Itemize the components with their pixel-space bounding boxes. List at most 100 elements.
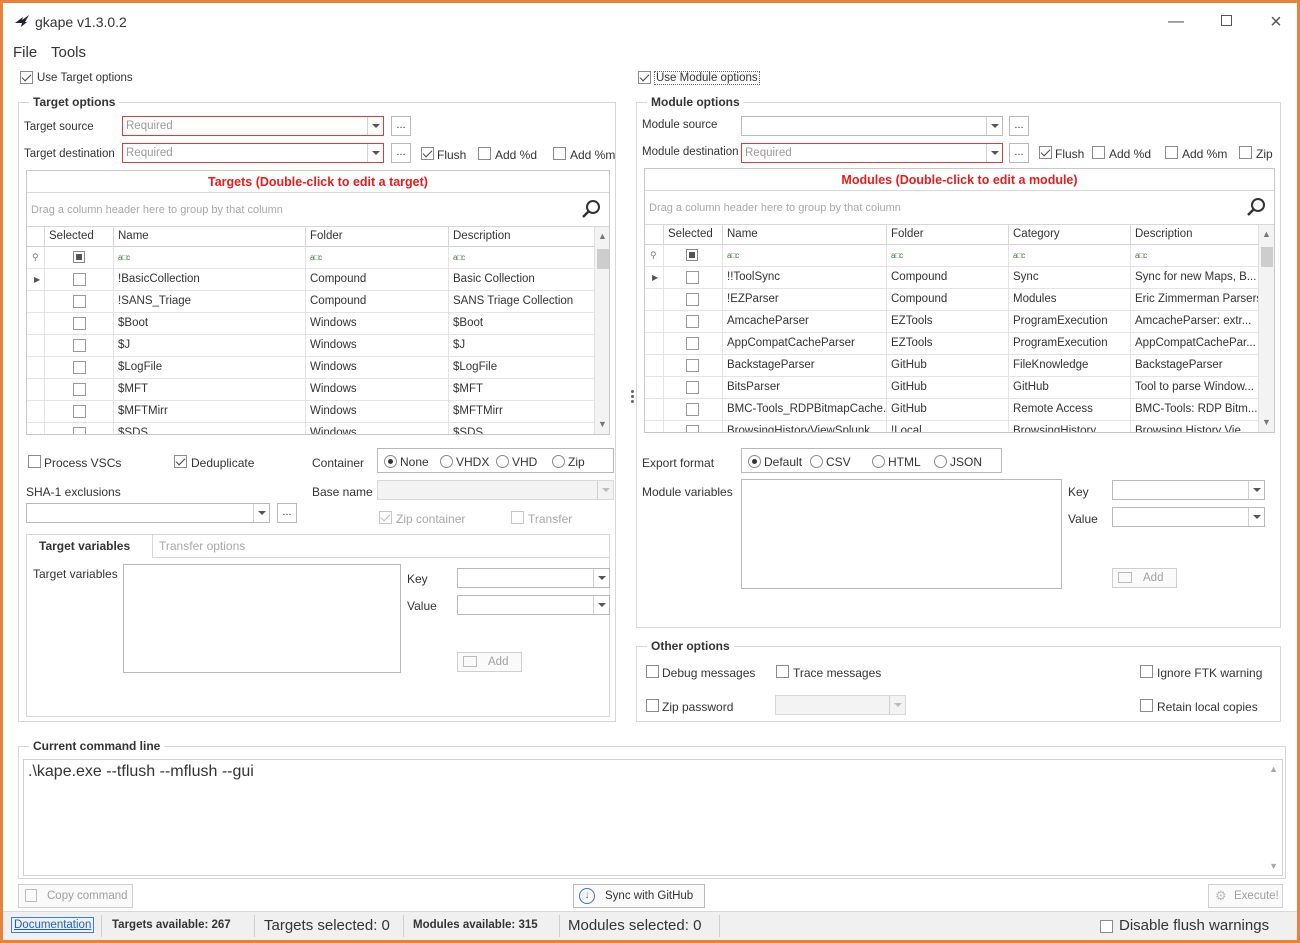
row-selected-cell[interactable] xyxy=(664,289,723,311)
ignore-ftk-checkbox[interactable] xyxy=(1140,665,1153,678)
row-selected-cell[interactable] xyxy=(664,377,723,399)
chevron-down-icon[interactable] xyxy=(986,117,1002,135)
menu-tools[interactable]: Tools xyxy=(51,44,86,61)
chevron-down-icon[interactable] xyxy=(367,117,383,135)
scroll-down-icon[interactable]: ▼ xyxy=(1269,861,1278,871)
table-row[interactable]: AmcacheParser EZTools ProgramExecution Amca… xyxy=(645,311,1259,333)
table-row[interactable]: ▶ !BasicCollection Compound Basic Collectio… xyxy=(27,269,595,291)
chevron-down-icon[interactable] xyxy=(1248,481,1264,499)
column-header-category[interactable]: Category xyxy=(1009,225,1131,245)
container-vhd-radio[interactable] xyxy=(496,455,509,468)
module-source-combo[interactable] xyxy=(741,116,1003,136)
filter-folder-icon[interactable]: a□c xyxy=(887,245,1009,267)
filter-description-icon[interactable]: a□c xyxy=(449,247,595,269)
row-selected-cell[interactable] xyxy=(45,357,114,379)
module-add-m-checkbox[interactable] xyxy=(1165,146,1178,159)
modules-group-panel[interactable]: Drag a column header here to group by th… xyxy=(645,191,1274,225)
row-selected-cell[interactable] xyxy=(45,423,114,434)
chevron-down-icon[interactable] xyxy=(593,569,609,587)
scroll-thumb[interactable] xyxy=(1261,247,1273,267)
row-selected-cell[interactable] xyxy=(664,399,723,421)
row-checkbox[interactable] xyxy=(686,337,699,350)
container-zip-radio[interactable] xyxy=(552,455,565,468)
target-destination-combo[interactable]: Required xyxy=(122,143,384,163)
modules-grid[interactable]: Modules (Double-click to edit a module) … xyxy=(644,168,1275,433)
module-variables-list[interactable] xyxy=(741,479,1062,589)
module-flush-checkbox[interactable] xyxy=(1039,146,1052,159)
documentation-link[interactable]: Documentation xyxy=(11,917,95,933)
row-checkbox[interactable] xyxy=(686,403,699,416)
export-csv-radio[interactable] xyxy=(810,455,823,468)
module-add-d-checkbox[interactable] xyxy=(1092,146,1105,159)
table-row[interactable]: BMC-Tools_RDPBitmapCache... GitHub Remote … xyxy=(645,399,1259,421)
column-header-name[interactable]: Name xyxy=(114,227,306,247)
row-selected-cell[interactable] xyxy=(45,313,114,335)
scroll-up-icon[interactable]: ▲ xyxy=(598,231,607,241)
scroll-up-icon[interactable]: ▲ xyxy=(1269,764,1278,774)
module-add-button[interactable]: Add xyxy=(1112,568,1177,588)
filter-selected-cell[interactable] xyxy=(664,245,723,267)
target-value-combo[interactable] xyxy=(457,595,610,615)
row-checkbox[interactable] xyxy=(686,425,699,432)
row-checkbox[interactable] xyxy=(73,295,86,308)
module-source-browse-button[interactable]: ... xyxy=(1009,116,1029,136)
row-checkbox[interactable] xyxy=(73,317,86,330)
target-destination-browse-button[interactable]: ... xyxy=(391,143,411,163)
table-row[interactable]: !SANS_Triage Compound SANS Triage Collecti… xyxy=(27,291,595,313)
row-selected-cell[interactable] xyxy=(664,311,723,333)
debug-messages-checkbox[interactable] xyxy=(646,665,659,678)
column-header-description[interactable]: Description xyxy=(449,227,595,247)
row-selected-cell[interactable] xyxy=(45,335,114,357)
filter-name-icon[interactable]: a□c xyxy=(723,245,887,267)
close-icon[interactable]: × xyxy=(1259,9,1293,35)
splitter-grip-icon[interactable] xyxy=(631,400,634,403)
chevron-down-icon[interactable] xyxy=(597,481,613,499)
target-add-m-checkbox[interactable] xyxy=(553,147,566,160)
filter-description-icon[interactable]: a□c xyxy=(1131,245,1259,267)
retain-local-copies-checkbox[interactable] xyxy=(1140,699,1153,712)
row-selected-cell[interactable] xyxy=(45,401,114,423)
splitter-grip-icon[interactable] xyxy=(631,390,634,393)
sync-with-github-button[interactable]: ↓ Sync with GitHub xyxy=(573,884,705,908)
row-checkbox[interactable] xyxy=(686,315,699,328)
tab-transfer-options[interactable]: Transfer options xyxy=(159,539,245,553)
table-row[interactable]: $SDS Windows $SDS xyxy=(27,423,595,434)
target-source-browse-button[interactable]: ... xyxy=(391,116,411,136)
row-checkbox[interactable] xyxy=(686,381,699,394)
filter-folder-icon[interactable]: a□c xyxy=(306,247,449,269)
target-add-button[interactable]: Add xyxy=(457,652,522,672)
scroll-down-icon[interactable]: ▼ xyxy=(1262,417,1271,427)
row-checkbox[interactable] xyxy=(73,383,86,396)
row-checkbox[interactable] xyxy=(73,361,86,374)
row-checkbox[interactable] xyxy=(686,271,699,284)
export-default-radio[interactable] xyxy=(748,455,761,468)
chevron-down-icon[interactable] xyxy=(367,144,383,162)
table-row[interactable]: BackstageParser GitHub FileKnowledge Backst… xyxy=(645,355,1259,377)
table-row[interactable]: $LogFile Windows $LogFile xyxy=(27,357,595,379)
table-row[interactable]: $MFT Windows $MFT xyxy=(27,379,595,401)
scroll-thumb[interactable] xyxy=(597,249,609,269)
module-destination-combo[interactable]: Required xyxy=(741,143,1003,163)
menu-file[interactable]: File xyxy=(13,44,37,61)
zip-container-checkbox[interactable] xyxy=(379,511,392,524)
targets-filter-row[interactable]: ⚲ a□c a□c a□c xyxy=(27,247,595,269)
target-flush-checkbox[interactable] xyxy=(421,147,434,160)
table-row[interactable]: BrowsingHistoryViewSplunk !Local BrowsingH… xyxy=(645,421,1259,432)
row-selected-cell[interactable] xyxy=(664,333,723,355)
maximize-icon[interactable] xyxy=(1209,9,1243,35)
target-add-d-checkbox[interactable] xyxy=(478,147,491,160)
container-none-radio[interactable] xyxy=(384,455,397,468)
table-row[interactable]: AppCompatCacheParser EZTools ProgramExecut… xyxy=(645,333,1259,355)
modules-filter-row[interactable]: ⚲ a□c a□c a□c a□c xyxy=(645,245,1259,267)
chevron-down-icon[interactable] xyxy=(986,144,1002,162)
row-checkbox[interactable] xyxy=(686,293,699,306)
row-selected-cell[interactable] xyxy=(45,269,114,291)
export-html-radio[interactable] xyxy=(872,455,885,468)
chevron-down-icon[interactable] xyxy=(1248,508,1264,526)
target-key-combo[interactable] xyxy=(457,568,610,588)
module-value-combo[interactable] xyxy=(1112,507,1265,527)
column-header-folder[interactable]: Folder xyxy=(887,225,1009,245)
zip-password-combo[interactable] xyxy=(775,695,906,715)
scroll-down-icon[interactable]: ▼ xyxy=(598,419,607,429)
table-row[interactable]: $Boot Windows $Boot xyxy=(27,313,595,335)
